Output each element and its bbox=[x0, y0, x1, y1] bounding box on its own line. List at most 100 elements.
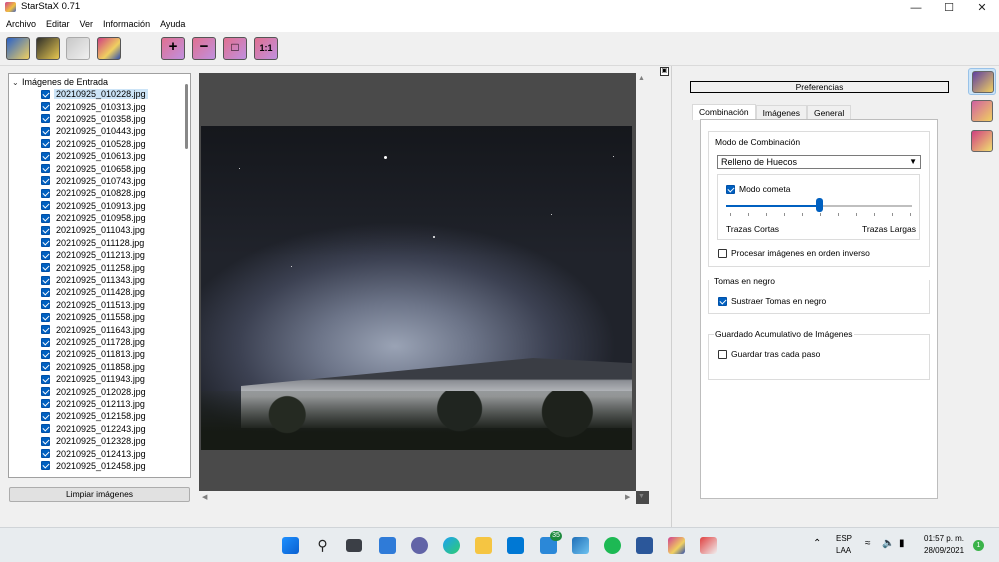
file-checkbox[interactable] bbox=[41, 250, 50, 260]
list-item[interactable]: 20210925_010913.jpg bbox=[41, 200, 181, 212]
zoom-in-button[interactable]: + bbox=[159, 35, 187, 62]
list-item[interactable]: 20210925_010743.jpg bbox=[41, 175, 181, 187]
wifi-icon[interactable]: ≈ bbox=[865, 538, 871, 549]
list-item[interactable]: 20210925_010958.jpg bbox=[41, 212, 181, 224]
list-item[interactable]: 20210925_012243.jpg bbox=[41, 423, 181, 435]
volume-muted-icon[interactable]: 🔈 bbox=[882, 538, 894, 549]
chevron-up-icon[interactable]: ⌃ bbox=[813, 538, 821, 549]
language-indicator[interactable]: ESP bbox=[836, 534, 852, 543]
list-item[interactable]: 20210925_010528.jpg bbox=[41, 138, 181, 150]
list-item[interactable]: 20210925_010658.jpg bbox=[41, 162, 181, 174]
word-icon[interactable] bbox=[636, 537, 653, 554]
list-item[interactable]: 20210925_011128.jpg bbox=[41, 237, 181, 249]
file-checkbox[interactable] bbox=[41, 349, 50, 359]
file-checkbox[interactable] bbox=[41, 461, 50, 471]
tab-combinacion[interactable]: Combinación bbox=[692, 104, 756, 120]
edge-icon[interactable] bbox=[443, 537, 460, 554]
file-checkbox[interactable] bbox=[41, 374, 50, 384]
list-item[interactable]: 20210925_012458.jpg bbox=[41, 460, 181, 472]
list-item[interactable]: 20210925_010443.jpg bbox=[41, 125, 181, 137]
zoom-out-button[interactable]: − bbox=[190, 35, 218, 62]
tab-general[interactable]: General bbox=[806, 105, 852, 120]
zoom-100-button[interactable]: 1:1 bbox=[252, 35, 280, 62]
file-checkbox[interactable] bbox=[41, 337, 50, 347]
file-checkbox[interactable] bbox=[41, 411, 50, 421]
list-item[interactable]: 20210925_011943.jpg bbox=[41, 373, 181, 385]
list-item[interactable]: 20210925_011813.jpg bbox=[41, 348, 181, 360]
file-checkbox[interactable] bbox=[41, 126, 50, 136]
undock-icon[interactable]: ▣ bbox=[660, 67, 669, 76]
panel-splitter[interactable] bbox=[671, 66, 672, 528]
file-checkbox[interactable] bbox=[41, 300, 50, 310]
list-item[interactable]: 20210925_011558.jpg bbox=[41, 311, 181, 323]
list-item[interactable]: 20210925_012413.jpg bbox=[41, 447, 181, 459]
photos-icon[interactable] bbox=[572, 537, 589, 554]
comet-mode-checkbox-row[interactable]: Modo cometa bbox=[726, 184, 791, 194]
menu-informacion[interactable]: Información bbox=[103, 19, 150, 29]
blend-mode-select[interactable]: Relleno de Huecos ▼ bbox=[717, 155, 921, 169]
list-item[interactable]: 20210925_010228.jpg bbox=[41, 88, 181, 100]
list-item[interactable]: 20210925_012328.jpg bbox=[41, 435, 181, 447]
file-checkbox[interactable] bbox=[41, 201, 50, 211]
vscode-icon[interactable] bbox=[507, 537, 524, 554]
file-checkbox[interactable] bbox=[41, 436, 50, 446]
file-checkbox[interactable] bbox=[41, 188, 50, 198]
open-darks-button[interactable] bbox=[34, 35, 62, 62]
scroll-right-icon[interactable]: ▶ bbox=[625, 493, 630, 501]
windows-start-icon[interactable] bbox=[282, 537, 299, 554]
battery-icon[interactable]: ▮ bbox=[899, 538, 905, 549]
list-item[interactable]: 20210925_010613.jpg bbox=[41, 150, 181, 162]
minimize-icon[interactable]: — bbox=[898, 0, 934, 15]
menu-archivo[interactable]: Archivo bbox=[6, 19, 36, 29]
file-checkbox[interactable] bbox=[41, 312, 50, 322]
file-checkbox[interactable] bbox=[41, 89, 50, 99]
scroll-left-icon[interactable]: ◀ bbox=[202, 493, 207, 501]
scroll-up-icon[interactable]: ▲ bbox=[638, 75, 645, 82]
start-processing-button[interactable] bbox=[95, 35, 123, 62]
tab-imagenes[interactable]: Imágenes bbox=[755, 105, 807, 120]
file-checkbox[interactable] bbox=[41, 362, 50, 372]
list-item[interactable]: 20210925_010313.jpg bbox=[41, 100, 181, 112]
file-explorer-icon[interactable] bbox=[475, 537, 492, 554]
file-checkbox[interactable] bbox=[41, 449, 50, 459]
list-item[interactable]: 20210925_011258.jpg bbox=[41, 261, 181, 273]
maximize-icon[interactable]: ☐ bbox=[931, 0, 967, 15]
subtract-darks-checkbox[interactable] bbox=[718, 296, 727, 306]
clear-images-button[interactable]: Limpiar imágenes bbox=[9, 487, 190, 502]
scroll-down-icon[interactable]: ▼ bbox=[638, 493, 645, 500]
notification-badge[interactable]: 1 bbox=[973, 540, 984, 551]
tree-root[interactable]: ⌄ Imágenes de Entrada bbox=[12, 76, 108, 88]
stars-panel-button[interactable] bbox=[968, 98, 996, 125]
list-item[interactable]: 20210925_011428.jpg bbox=[41, 286, 181, 298]
file-checkbox[interactable] bbox=[41, 151, 50, 161]
list-item[interactable]: 20210925_011043.jpg bbox=[41, 224, 181, 236]
file-checkbox[interactable] bbox=[41, 387, 50, 397]
preferences-panel-button[interactable] bbox=[968, 68, 996, 95]
reverse-order-checkbox[interactable] bbox=[718, 248, 727, 258]
list-item[interactable]: 20210925_010828.jpg bbox=[41, 187, 181, 199]
subtract-darks-checkbox-row[interactable]: Sustraer Tomas en negro bbox=[718, 296, 826, 306]
file-checkbox[interactable] bbox=[41, 114, 50, 124]
file-checkbox[interactable] bbox=[41, 238, 50, 248]
viewer-horizontal-scrollbar[interactable]: ◀ ▶ bbox=[199, 491, 636, 504]
file-checkbox[interactable] bbox=[41, 275, 50, 285]
file-checkbox[interactable] bbox=[41, 287, 50, 297]
save-each-step-checkbox-row[interactable]: Guardar tras cada paso bbox=[718, 349, 820, 359]
spotify-icon[interactable] bbox=[604, 537, 621, 554]
save-each-step-checkbox[interactable] bbox=[718, 349, 727, 359]
file-list-scrollbar[interactable] bbox=[185, 84, 188, 149]
list-item[interactable]: 20210925_010358.jpg bbox=[41, 113, 181, 125]
clock-date[interactable]: 28/09/2021 bbox=[924, 546, 964, 555]
list-item[interactable]: 20210925_012028.jpg bbox=[41, 385, 181, 397]
open-images-button[interactable] bbox=[4, 35, 32, 62]
list-item[interactable]: 20210925_011343.jpg bbox=[41, 274, 181, 286]
menu-ver[interactable]: Ver bbox=[80, 19, 94, 29]
clock-time[interactable]: 01:57 p. m. bbox=[924, 534, 964, 543]
menu-ayuda[interactable]: Ayuda bbox=[160, 19, 185, 29]
comet-mode-checkbox[interactable] bbox=[726, 184, 735, 194]
file-checkbox[interactable] bbox=[41, 176, 50, 186]
zoom-fit-button[interactable]: □ bbox=[221, 35, 249, 62]
file-checkbox[interactable] bbox=[41, 325, 50, 335]
list-item[interactable]: 20210925_012158.jpg bbox=[41, 410, 181, 422]
comet-length-slider-thumb[interactable] bbox=[816, 198, 823, 212]
